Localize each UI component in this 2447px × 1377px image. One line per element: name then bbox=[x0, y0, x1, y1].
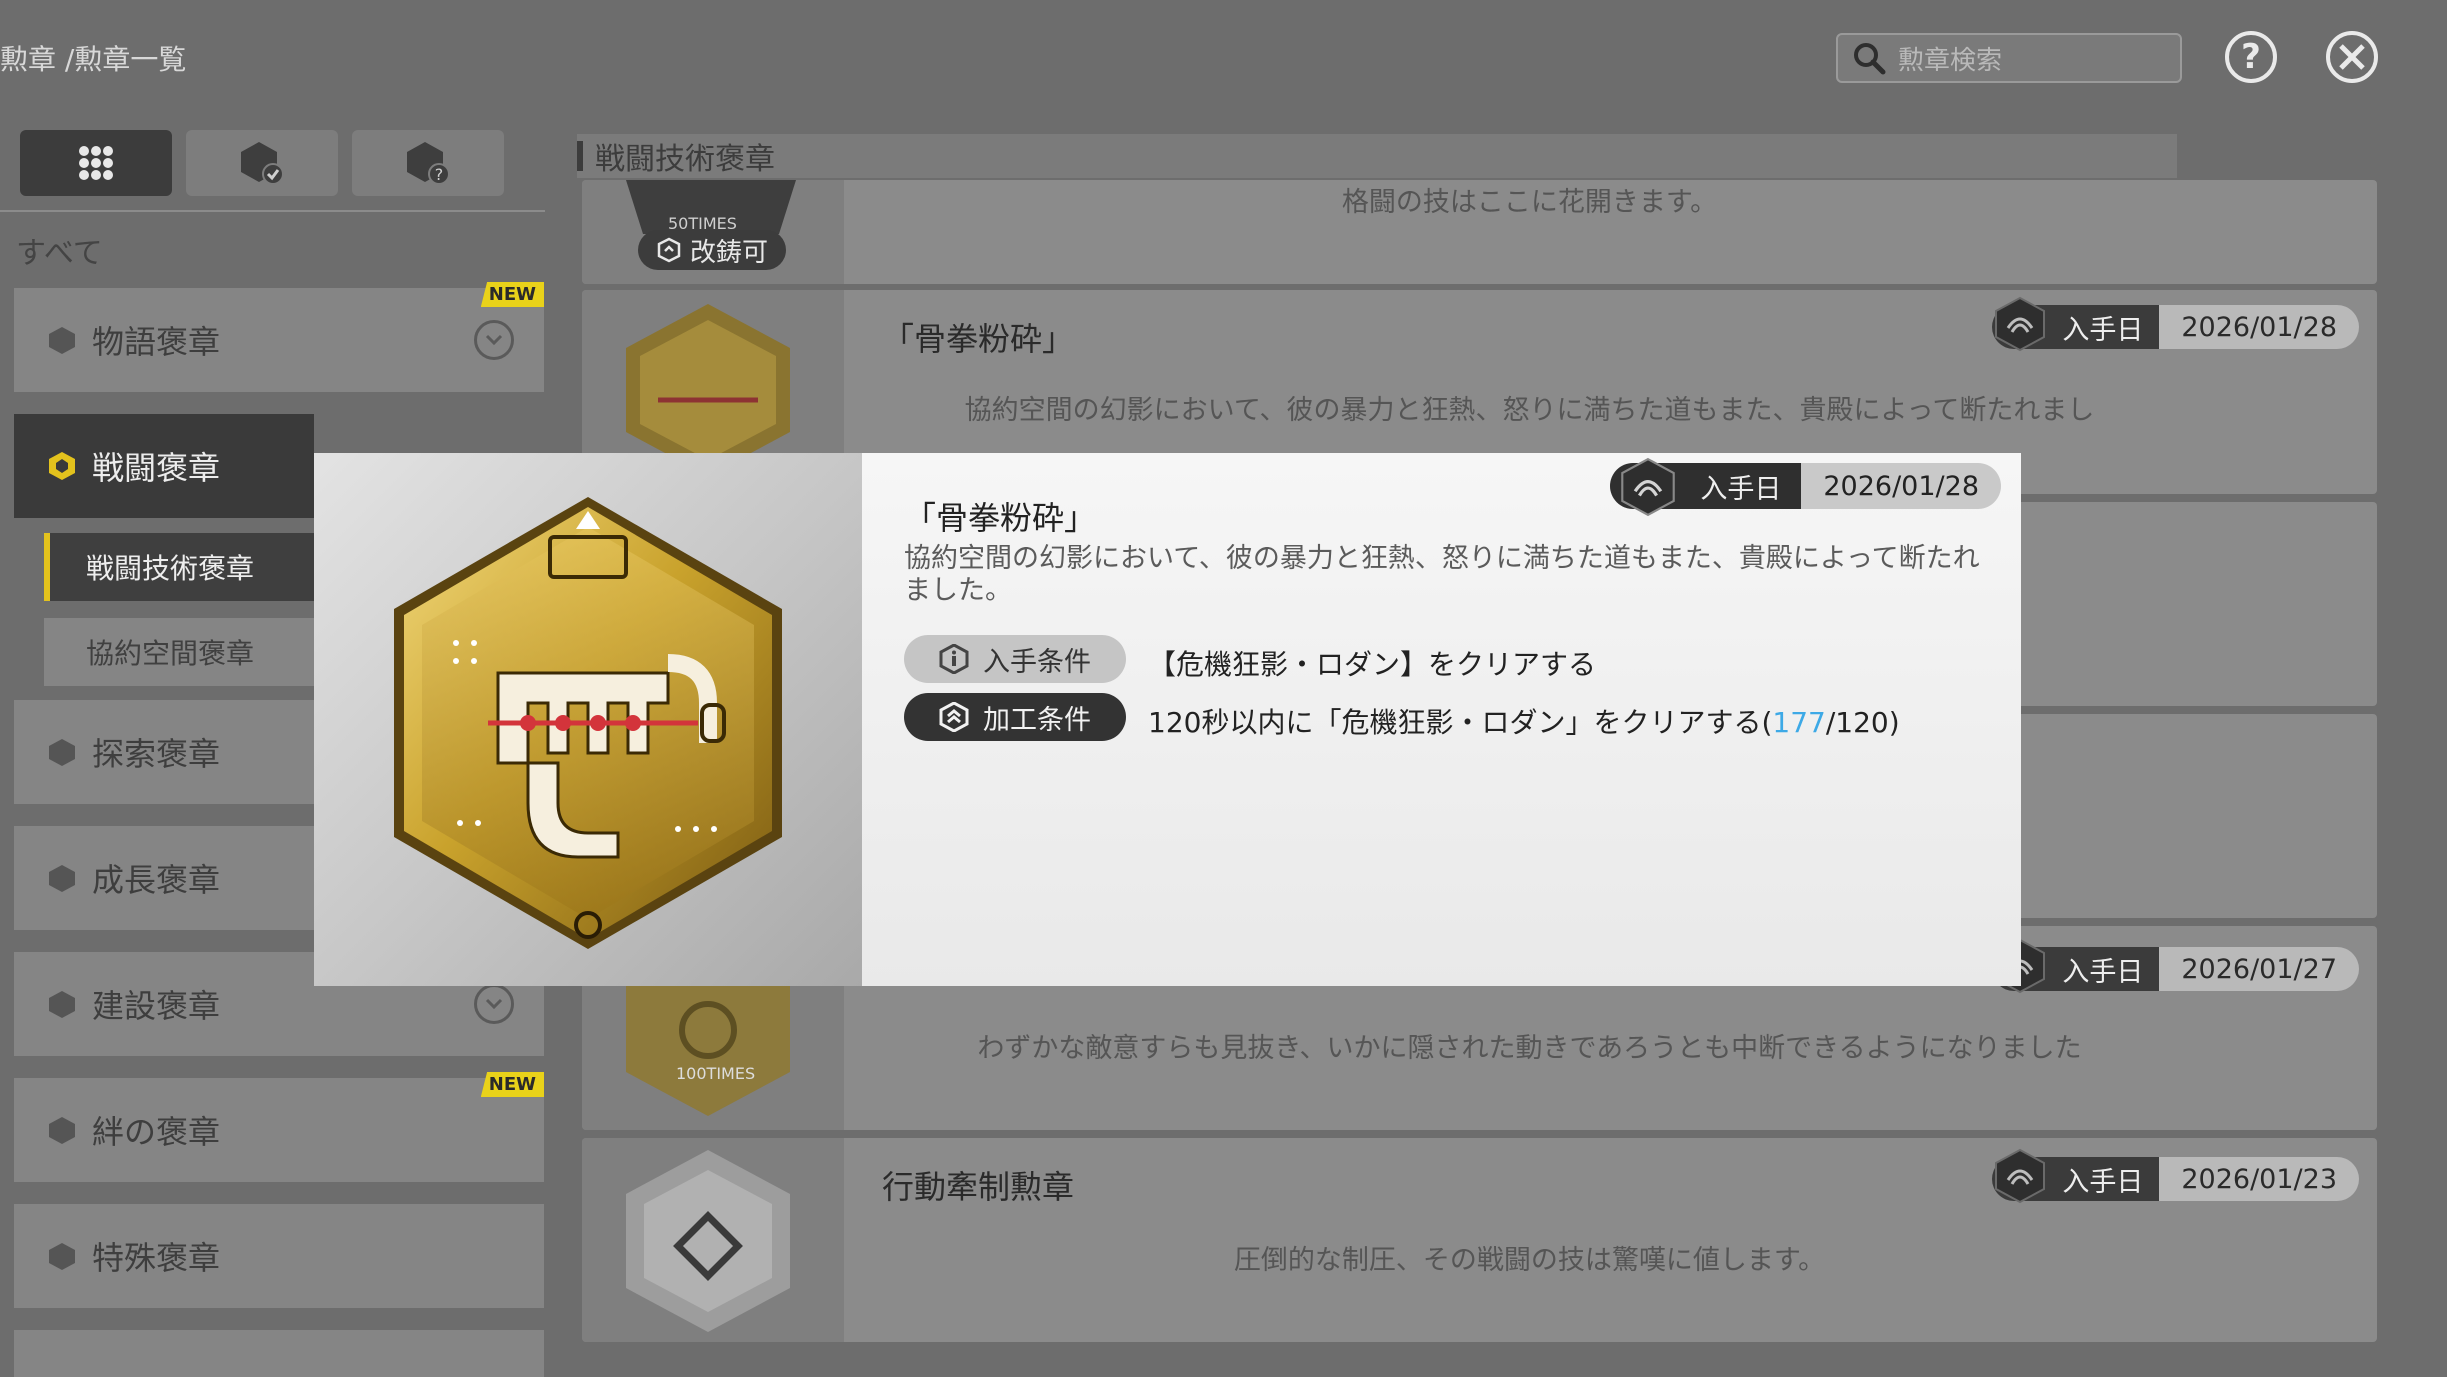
tab-obtained-medals[interactable] bbox=[186, 130, 338, 196]
medal-image-panel bbox=[314, 453, 862, 986]
help-icon: ? bbox=[2241, 37, 2261, 77]
new-badge: NEW bbox=[480, 1072, 544, 1097]
medal-search-input[interactable]: 勲章検索 bbox=[1836, 33, 2182, 83]
grid-icon bbox=[79, 146, 113, 180]
acquire-condition-text: 【危機狂影・ロダン】をクリアする bbox=[1148, 648, 1597, 681]
sidebar-subitem-label: 協約空間褒章 bbox=[86, 637, 255, 670]
recast-label: 改鋳可 bbox=[690, 237, 769, 268]
sidebar-item-exploration[interactable]: 探索褒章 bbox=[14, 700, 314, 804]
acquired-date-label: 入手日 bbox=[2062, 956, 2144, 988]
sidebar-all-label: すべて bbox=[16, 236, 103, 271]
craft-condition-tag: 加工条件 bbox=[904, 693, 1126, 741]
medal-desc: 格闘の技はここに花開きます。 bbox=[1341, 187, 1718, 218]
acquired-date: 2026/01/28 bbox=[2159, 305, 2359, 349]
tab-all-medals[interactable] bbox=[20, 130, 172, 196]
sidebar-item-bond[interactable]: 絆の褒章 NEW bbox=[14, 1072, 544, 1182]
close-icon bbox=[2339, 44, 2365, 70]
chevron-down-icon[interactable] bbox=[474, 984, 514, 1024]
medal-hex-icon bbox=[1621, 457, 1676, 517]
exploration-medal-icon bbox=[46, 736, 78, 768]
craft-progress-total: /120) bbox=[1825, 706, 1900, 739]
info-hex-icon bbox=[939, 644, 969, 674]
sidebar-item-partial[interactable] bbox=[14, 1330, 544, 1377]
modal-medal-name: 「骨拳粉砕」 bbox=[904, 499, 1097, 537]
medal-hex-icon bbox=[1995, 1148, 2046, 1204]
modal-medal-desc: 協約空間の幻影において、彼の暴力と狂熱、怒りに満ちた道もまた、貴殿によって断たれ… bbox=[904, 543, 1980, 606]
acquired-date-pill: 入手日 2026/01/27 bbox=[1992, 938, 2359, 994]
sidebar-item-label: 建設褒章 bbox=[92, 987, 221, 1025]
medal-times-label: 100TIMES bbox=[676, 1064, 756, 1083]
acquire-condition-tag: 入手条件 bbox=[904, 635, 1126, 683]
acquired-date: 2026/01/23 bbox=[2159, 1157, 2359, 1201]
medal-desc: 圧倒的な制圧、その戦闘の技は驚嘆に値します。 bbox=[1233, 1245, 1826, 1276]
craft-condition-desc: 120秒以内に「危機狂影・ロダン」をクリアする( bbox=[1148, 706, 1773, 739]
acquired-date: 2026/01/27 bbox=[2159, 947, 2359, 991]
medal-desc: わずかな敵意すらも見抜き、いかに隠された動きであろうとも中断できるようになりまし… bbox=[977, 1033, 2082, 1064]
medal-card[interactable]: 50TIMES 改鋳可 格闘の技はここに花開きます。 bbox=[582, 180, 2377, 284]
sidebar-item-growth[interactable]: 成長褒章 bbox=[14, 826, 314, 930]
search-placeholder: 勲章検索 bbox=[1898, 45, 2003, 76]
search-icon bbox=[1852, 41, 1886, 75]
sidebar-item-story[interactable]: 物語褒章 NEW bbox=[14, 282, 544, 392]
medal-question-icon: ? bbox=[407, 142, 450, 185]
recast-badge: 改鋳可 bbox=[638, 230, 787, 270]
medal-check-icon bbox=[241, 142, 284, 185]
acquired-date-label: 入手日 bbox=[2062, 314, 2144, 346]
special-medal-icon bbox=[46, 1240, 78, 1272]
sidebar-subitem-pact-space[interactable]: 協約空間褒章 bbox=[44, 618, 314, 686]
medal-detail-modal[interactable]: 「骨拳粉砕」 入手日 2026/01/28 協約空間の幻影において、彼の暴力と狂… bbox=[314, 453, 2021, 986]
acquired-date-pill: 入手日 2026/01/23 bbox=[1992, 1148, 2359, 1204]
svg-text:?: ? bbox=[435, 165, 444, 184]
acquire-condition-label: 入手条件 bbox=[983, 646, 1091, 678]
bond-medal-icon bbox=[46, 1114, 78, 1146]
medal-thumbnail bbox=[618, 1146, 798, 1340]
medal-desc: 協約空間の幻影において、彼の暴力と狂熱、怒りに満ちた道もまた、貴殿によって断たれ… bbox=[964, 395, 2095, 426]
combat-medal-icon bbox=[46, 450, 78, 482]
section-title: 戦闘技術褒章 bbox=[595, 142, 775, 177]
modal-acquired-date-pill: 入手日 2026/01/28 bbox=[1610, 457, 2001, 517]
craft-hex-icon bbox=[939, 702, 969, 732]
sidebar-item-special[interactable]: 特殊褒章 bbox=[14, 1204, 544, 1308]
craft-condition-label: 加工条件 bbox=[983, 704, 1091, 736]
new-badge: NEW bbox=[480, 282, 544, 307]
sidebar-item-label: 探索褒章 bbox=[92, 735, 221, 773]
medal-hex-icon bbox=[1995, 296, 2046, 352]
sidebar-item-label: 特殊褒章 bbox=[92, 1239, 221, 1277]
sidebar-item-combat[interactable]: 戦闘褒章 bbox=[14, 414, 314, 518]
growth-medal-icon bbox=[46, 862, 78, 894]
medal-card[interactable]: 行動牽制勲章 圧倒的な制圧、その戦闘の技は驚嘆に値します。 入手日 2026/0… bbox=[582, 1138, 2377, 1342]
chevron-down-icon[interactable] bbox=[474, 320, 514, 360]
sidebar-divider bbox=[0, 210, 545, 212]
close-button[interactable] bbox=[2326, 31, 2378, 83]
story-medal-icon bbox=[46, 324, 78, 356]
craft-condition-text: 120秒以内に「危機狂影・ロダン」をクリアする(177/120) bbox=[1148, 701, 1900, 741]
sidebar-item-label: 物語褒章 bbox=[92, 323, 221, 361]
sidebar-subitem-combat-technique[interactable]: 戦闘技術褒章 bbox=[44, 533, 314, 601]
acquired-date: 2026/01/28 bbox=[1801, 463, 2001, 509]
sidebar-item-label: 成長褒章 bbox=[92, 861, 221, 899]
recast-icon bbox=[657, 237, 681, 263]
sidebar-item-label: 絆の褒章 bbox=[92, 1113, 221, 1151]
sidebar-item-label: 戦闘褒章 bbox=[92, 449, 221, 487]
craft-progress-value: 177 bbox=[1772, 706, 1826, 739]
section-header-bar bbox=[577, 141, 583, 171]
construction-medal-icon bbox=[46, 988, 78, 1020]
medal-name: 「骨拳粉砕」 bbox=[882, 320, 1075, 358]
medal-name: 行動牽制勲章 bbox=[882, 1168, 1075, 1206]
medal-thumbnail: 50TIMES bbox=[626, 180, 796, 234]
acquired-date-pill: 入手日 2026/01/28 bbox=[1992, 296, 2359, 352]
help-button[interactable]: ? bbox=[2225, 31, 2277, 83]
section-header: 戦闘技術褒章 bbox=[577, 134, 2177, 178]
breadcrumb: 勲章 /勲章一覧 bbox=[0, 43, 187, 76]
tab-unobtained-medals[interactable]: ? bbox=[352, 130, 504, 196]
medal-bone-fist-icon bbox=[394, 497, 782, 949]
acquired-date-label: 入手日 bbox=[2062, 1166, 2144, 1198]
sidebar-subitem-label: 戦闘技術褒章 bbox=[86, 552, 255, 585]
